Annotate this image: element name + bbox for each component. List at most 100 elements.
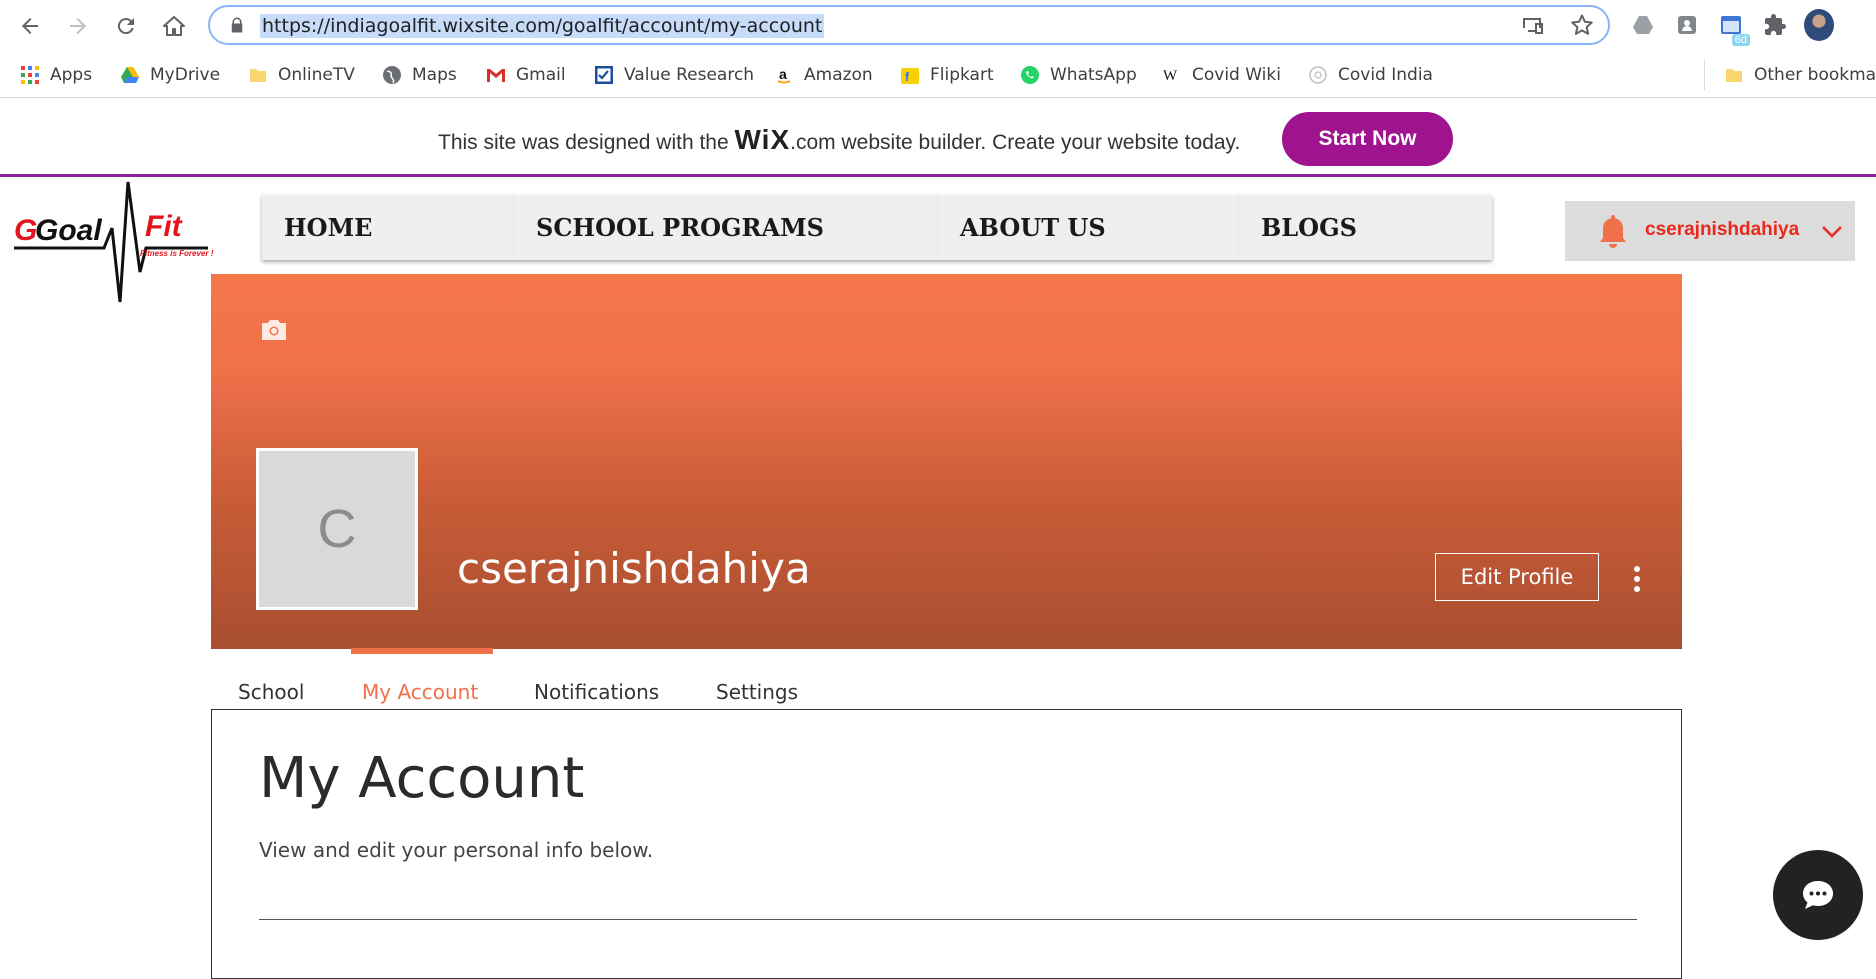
section-divider [259,919,1637,920]
nav-home[interactable]: HOME [262,195,514,260]
globe-icon [383,66,401,84]
flipkart-icon: f [901,68,919,84]
bookmark-label: Amazon [804,65,873,85]
banner-text-end: website builder. Create your website tod… [841,131,1241,154]
more-options-icon[interactable] [1631,564,1643,594]
lock-icon [231,17,243,33]
reload-icon [117,18,134,35]
bookmark-label: OnlineTV [278,65,355,85]
bookmark-covid-india[interactable]: Covid India [1308,63,1433,87]
active-tab-indicator [351,648,493,654]
tab-my-account[interactable]: My Account [362,680,478,704]
member-menu[interactable]: cserajnishdahiya [1565,201,1855,261]
folder-icon [1726,69,1742,82]
back-button[interactable] [14,10,46,42]
bookmark-label: Other bookmarks [1754,65,1876,85]
wix-logo: WiX [734,124,791,155]
site-nav: HOME SCHOOL PROGRAMS ABOUT US BLOGS [262,195,1492,260]
bookmark-other[interactable]: Other bookmarks [1724,63,1876,87]
tab-notifications[interactable]: Notifications [534,680,659,704]
bookmark-label: Gmail [516,65,566,85]
whatsapp-icon [1021,66,1039,84]
profile-avatar[interactable]: C [256,448,418,610]
wix-ad-banner: This site was designed with the WiX.com … [0,100,1876,177]
arrow-left-icon [22,18,38,34]
logo-g: G [14,214,37,247]
forward-button[interactable] [62,10,94,42]
nav-blogs[interactable]: BLOGS [1239,195,1492,260]
wix-logo-suffix: .com [790,131,836,154]
goalfit-logo[interactable]: G Goal Fit Fitness is Forever ! [12,180,224,306]
nav-school-programs[interactable]: SCHOOL PROGRAMS [514,195,938,260]
folder-icon [250,69,266,82]
chat-bubble-icon [1803,881,1833,909]
home-button[interactable] [158,10,190,42]
edit-profile-button[interactable]: Edit Profile [1435,553,1599,601]
chevron-down-icon[interactable] [1821,222,1843,240]
wix-banner-text: This site was designed with the WiX.com … [438,124,1240,156]
bookmark-mydrive[interactable]: MyDrive [120,63,220,87]
tab-school[interactable]: School [238,680,304,704]
logo-word-fit: Fit [145,210,184,243]
page-subtitle: View and edit your personal info below. [259,838,654,862]
bookmark-label: Maps [412,65,457,85]
reload-button[interactable] [110,10,142,42]
person-card-icon [1678,16,1696,34]
url-text[interactable]: https://indiagoalfit.wixsite.com/goalfit… [260,14,825,38]
extensions-button[interactable] [1760,10,1790,40]
gmail-icon [487,69,505,82]
google-drive-icon [121,67,139,83]
browser-toolbar: https://indiagoalfit.wixsite.com/goalfit… [0,0,1876,52]
apps-grid-icon [21,66,39,84]
drive-extension[interactable] [1628,10,1658,40]
logo-tagline: Fitness is Forever ! [140,249,214,258]
virus-icon [1309,66,1327,84]
amazon-icon: a [774,65,794,85]
bookmark-value-research[interactable]: Value Research [594,63,754,87]
svg-text:a: a [779,66,787,82]
puzzle-icon [1765,14,1786,35]
home-icon [163,16,185,36]
bookmark-flipkart[interactable]: f Flipkart [900,63,994,87]
drive-icon [1633,16,1653,34]
bookmark-label: Flipkart [930,65,994,85]
bookmark-apps[interactable]: Apps [20,63,92,87]
bookmark-covid-wiki[interactable]: W Covid Wiki [1162,63,1281,87]
profile-cover: C cserajnishdahiya Edit Profile [211,274,1682,649]
extension-badge: 6d [1731,34,1750,46]
address-bar[interactable]: https://indiagoalfit.wixsite.com/goalfit… [208,5,1610,45]
bookmark-onlinetv[interactable]: OnlineTV [248,63,355,87]
tab-settings[interactable]: Settings [716,680,798,704]
chat-button[interactable] [1773,850,1863,940]
bell-icon[interactable] [1597,213,1629,249]
user-avatar-icon [1804,9,1834,41]
bookmark-label: Apps [50,65,93,85]
bookmark-gmail[interactable]: Gmail [486,63,566,87]
page-title: My Account [259,746,585,811]
bookmark-label: Covid India [1338,65,1433,85]
member-name[interactable]: cserajnishdahiya [1645,219,1799,241]
calendar-extension[interactable]: 6d [1716,10,1750,46]
screenshot-extension[interactable] [1672,10,1702,40]
camera-icon[interactable] [259,318,289,342]
bookmarks-divider [1704,60,1705,90]
logo-word-goal: Goal [35,214,102,247]
start-now-button[interactable]: Start Now [1282,112,1453,166]
wikipedia-icon: W [1163,68,1178,84]
bookmark-label: WhatsApp [1050,65,1137,85]
banner-text-start: This site was designed with the [438,131,729,154]
nav-about-us[interactable]: ABOUT US [938,195,1239,260]
cast-icon[interactable] [1520,13,1544,37]
bookmark-whatsapp[interactable]: WhatsApp [1020,63,1137,87]
svg-text:W: W [1163,68,1178,84]
bookmarks-bar: Apps MyDrive OnlineTV Maps Gmail Value R… [0,52,1876,98]
profile-button[interactable] [1804,9,1834,41]
bookmark-maps[interactable]: Maps [382,63,457,87]
my-account-panel: My Account View and edit your personal i… [211,709,1682,979]
bookmark-label: Value Research [624,65,755,85]
bookmark-label: MyDrive [150,65,221,85]
bookmark-amazon[interactable]: a Amazon [774,63,873,87]
checkbox-icon [595,66,613,84]
star-icon[interactable] [1570,13,1594,37]
bookmark-label: Covid Wiki [1192,65,1281,85]
